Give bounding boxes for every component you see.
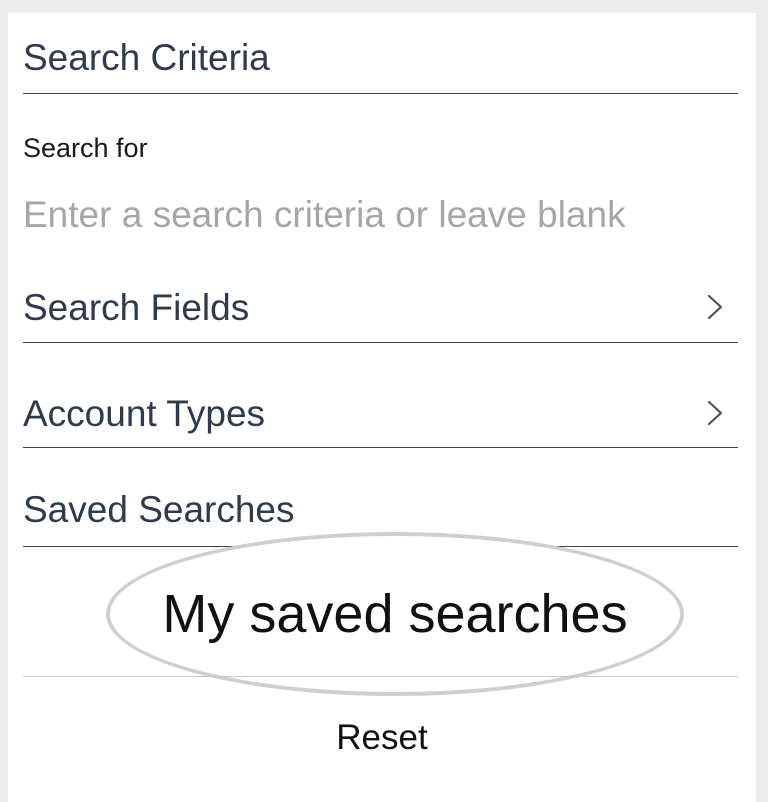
- chevron-right-icon: [707, 400, 723, 426]
- account-types-divider: [23, 447, 738, 448]
- account-types-label: Account Types: [23, 393, 266, 434]
- saved-searches-label: Saved Searches: [23, 489, 295, 530]
- chevron-right-icon: [707, 294, 723, 320]
- reset-divider: [23, 676, 738, 677]
- title-divider: [23, 93, 738, 94]
- search-fields-label: Search Fields: [23, 287, 250, 328]
- search-for-label: Search for: [23, 133, 148, 163]
- search-fields-row[interactable]: Search Fields: [23, 282, 738, 338]
- search-fields-divider: [23, 342, 738, 343]
- saved-search-item[interactable]: My saved searches: [106, 532, 684, 696]
- reset-button[interactable]: Reset: [8, 716, 756, 760]
- account-types-row[interactable]: Account Types: [23, 388, 738, 444]
- search-criteria-panel: Search Criteria Search for Search Fields…: [8, 13, 756, 802]
- search-input[interactable]: [23, 189, 738, 241]
- section-title: Search Criteria: [23, 37, 270, 78]
